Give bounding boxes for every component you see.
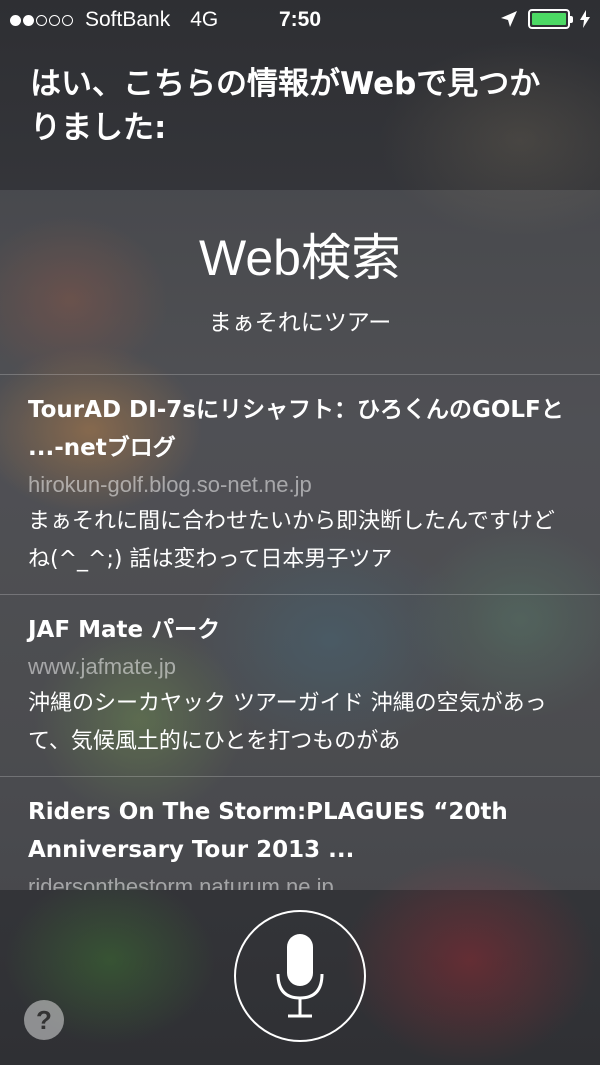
- siri-response-text: はい、こちらの情報がWebで見つかりました:: [30, 66, 541, 146]
- result-snippet: まぁそれに間に合わせたいから即決断したんですけどね(^_^;) 話は変わって日本…: [28, 509, 555, 572]
- siri-controls: ?: [0, 890, 600, 1065]
- web-search-panel: Web検索 まぁそれにツアー TourAD DI-7sにリシャフト：ひろくんのG…: [0, 190, 600, 890]
- microphone-button[interactable]: [234, 910, 366, 1042]
- result-title[interactable]: Riders On The Storm:PLAGUES “20th Annive…: [28, 793, 572, 869]
- location-arrow-icon: [501, 11, 517, 27]
- charging-bolt-icon: [580, 10, 590, 28]
- status-bar: SoftBank 4G 7:50: [0, 0, 600, 40]
- help-button[interactable]: ?: [24, 1000, 64, 1040]
- result-url: www.jafmate.jp: [28, 654, 176, 679]
- search-result[interactable]: Riders On The Storm:PLAGUES “20th Annive…: [0, 776, 600, 890]
- search-result[interactable]: JAF Mate パーク www.jafmate.jp 沖縄のシーカヤック ツア…: [0, 594, 600, 761]
- microphone-icon: [276, 934, 324, 1018]
- result-title[interactable]: JAF Mate パーク: [28, 611, 572, 649]
- battery-icon: [528, 9, 573, 29]
- panel-title: Web検索: [199, 230, 401, 286]
- search-result[interactable]: TourAD DI-7sにリシャフト：ひろくんのGOLFと ...-netブログ…: [0, 374, 600, 579]
- search-query: まぁそれにツアー: [208, 310, 392, 336]
- result-url: hirokun-golf.blog.so-net.ne.jp: [28, 472, 312, 497]
- result-url: ridersonthestorm.naturum.ne.jp: [28, 874, 334, 890]
- result-snippet: 沖縄のシーカヤック ツアーガイド 沖縄の空気があって、気候風土的にひとを打つもの…: [28, 691, 547, 754]
- result-title[interactable]: TourAD DI-7sにリシャフト：ひろくんのGOLFと ...-netブログ: [28, 391, 572, 467]
